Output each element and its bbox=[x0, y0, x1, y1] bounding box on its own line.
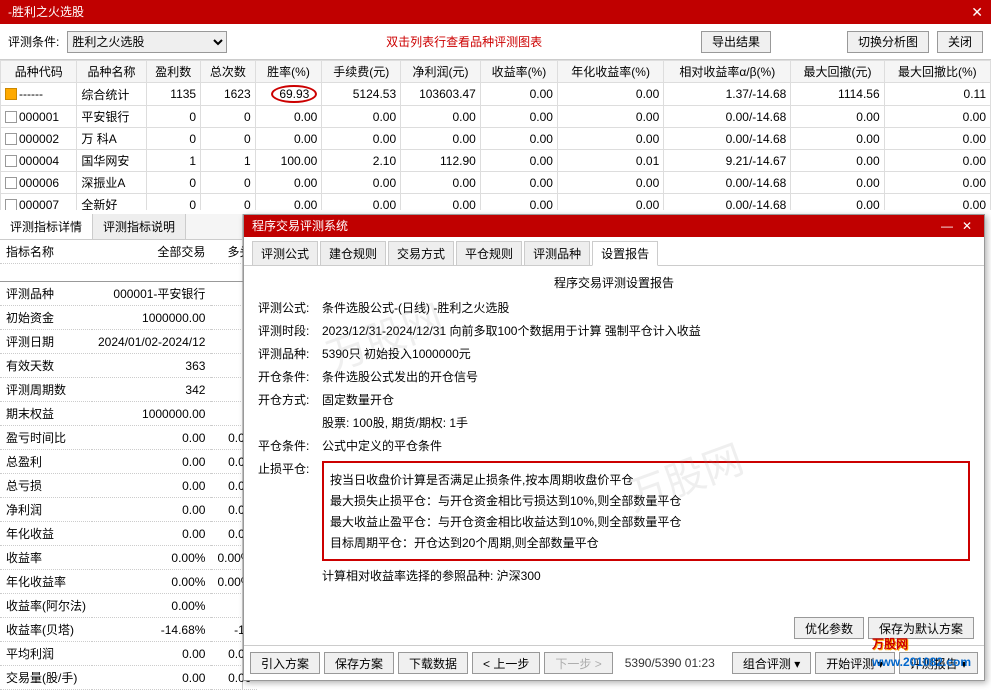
dialog-tab[interactable]: 平仓规则 bbox=[456, 241, 522, 265]
detail-col-all: 全部交易 bbox=[92, 240, 211, 264]
save-plan-button[interactable]: 保存方案 bbox=[324, 652, 394, 674]
stop-loss-box: 按当日收盘价计算是否满足止损条件,按本周期收盘价平仓最大损失止损平仓：与开仓资金… bbox=[322, 461, 970, 561]
detail-row: 评测品种000001-平安银行 bbox=[0, 282, 257, 306]
detail-row: 净利润0.000.00 bbox=[0, 498, 257, 522]
detail-row: 有效天数363 bbox=[0, 354, 257, 378]
report-row: 评测品种:5390只 初始投入1000000元 bbox=[258, 345, 970, 362]
progress-status: 5390/5390 01:23 bbox=[625, 656, 715, 670]
column-header[interactable]: 手续费(元) bbox=[322, 61, 401, 83]
window-titlebar: -胜利之火选股 ✕ bbox=[0, 0, 991, 24]
close-button[interactable]: 关闭 bbox=[937, 31, 983, 53]
detail-row: 年化收益率0.00%0.00% bbox=[0, 570, 257, 594]
next-step-button[interactable]: 下一步 > bbox=[544, 652, 612, 674]
dialog-body: 万股网 万股网 程序交易评测设置报告 评测公式:条件选股公式-(日线) -胜利之… bbox=[244, 266, 984, 645]
detail-row: 评测周期数342 bbox=[0, 378, 257, 402]
dialog-tab[interactable]: 建仓规则 bbox=[320, 241, 386, 265]
stop-rule: 最大损失止损平仓：与开仓资金相比亏损达到10%,则全部数量平仓 bbox=[330, 492, 962, 509]
detail-row: 评测日期2024/01/02-2024/12 bbox=[0, 330, 257, 354]
report-row: 股票: 100股, 期货/期权: 1手 bbox=[258, 414, 970, 431]
left-tabs: 评测指标详情 评测指标说明 bbox=[0, 214, 242, 240]
switch-chart-button[interactable]: 切换分析图 bbox=[847, 31, 929, 53]
column-header[interactable]: 最大回撤比(%) bbox=[884, 61, 990, 83]
window-close-button[interactable]: ✕ bbox=[971, 4, 983, 21]
optimize-button[interactable]: 优化参数 bbox=[794, 617, 864, 639]
report-row: 平仓条件:公式中定义的平仓条件 bbox=[258, 437, 970, 454]
detail-col-name: 指标名称 bbox=[0, 240, 92, 264]
stop-label: 止损平仓: bbox=[258, 460, 322, 477]
evaluation-dialog: 程序交易评测系统 — ✕ 评测公式建仓规则交易方式平仓规则评测品种设置报告 万股… bbox=[243, 214, 985, 681]
column-header[interactable]: 品种代码 bbox=[1, 61, 77, 83]
detail-row: 总亏损0.000.00 bbox=[0, 474, 257, 498]
column-header[interactable]: 收益率(%) bbox=[480, 61, 557, 83]
stop-rule: 最大收益止盈平仓：与开仓资金相比收益达到10%,则全部数量平仓 bbox=[330, 513, 962, 530]
column-header[interactable]: 品种名称 bbox=[77, 61, 146, 83]
detail-row: 盈亏时间比0.000.00 bbox=[0, 426, 257, 450]
table-row[interactable]: 000006深振业A000.000.000.000.000.000.00/-14… bbox=[1, 172, 991, 194]
dialog-titlebar: 程序交易评测系统 — ✕ bbox=[244, 215, 984, 237]
column-header[interactable]: 总次数 bbox=[201, 61, 256, 83]
save-default-button[interactable]: 保存为默认方案 bbox=[868, 617, 974, 639]
detail-row: 收益率(贝塔)-14.68%-14 bbox=[0, 618, 257, 642]
detail-row: 平均利润0.000.00 bbox=[0, 642, 257, 666]
dialog-close-icon[interactable]: ✕ bbox=[958, 214, 976, 238]
start-eval-button[interactable]: 开始评测 ▾ bbox=[815, 652, 894, 674]
stop-rule: 目标周期平仓：开仓达到20个周期,则全部数量平仓 bbox=[330, 534, 962, 551]
prev-step-button[interactable]: < 上一步 bbox=[472, 652, 540, 674]
stop-rule: 按当日收盘价计算是否满足止损条件,按本周期收盘价平仓 bbox=[330, 471, 962, 488]
detail-row: 初始资金1000000.00 bbox=[0, 306, 257, 330]
dialog-title: 程序交易评测系统 bbox=[252, 214, 348, 238]
left-panel: 评测指标详情 评测指标说明 指标名称 全部交易 多头 评测品种000001-平安… bbox=[0, 214, 243, 689]
column-header[interactable]: 盈利数 bbox=[146, 61, 201, 83]
detail-row: 交易量(股/手)0.000.00 bbox=[0, 666, 257, 690]
detail-row: 年化收益0.000.00 bbox=[0, 522, 257, 546]
detail-table: 指标名称 全部交易 多头 评测品种000001-平安银行初始资金1000000.… bbox=[0, 240, 257, 690]
detail-row: 总盈利0.000.00 bbox=[0, 450, 257, 474]
dialog-minimize-icon[interactable]: — bbox=[938, 214, 956, 238]
table-row[interactable]: 000001平安银行000.000.000.000.000.000.00/-14… bbox=[1, 106, 991, 128]
results-table-wrap: 品种代码品种名称盈利数总次数胜率(%)手续费(元)净利润(元)收益率(%)年化收… bbox=[0, 60, 991, 210]
table-row[interactable]: ------综合统计1135162369.935124.53103603.470… bbox=[1, 83, 991, 106]
column-header[interactable]: 胜率(%) bbox=[255, 61, 322, 83]
detail-row: 期末权益1000000.00 bbox=[0, 402, 257, 426]
table-row[interactable]: 000007全新好000.000.000.000.000.000.00/-14.… bbox=[1, 194, 991, 211]
dialog-tab[interactable]: 评测品种 bbox=[524, 241, 590, 265]
tab-detail[interactable]: 评测指标详情 bbox=[0, 214, 93, 239]
column-header[interactable]: 年化收益率(%) bbox=[557, 61, 663, 83]
table-row[interactable]: 000004国华网安11100.002.10112.900.000.019.21… bbox=[1, 150, 991, 172]
dialog-footer: 引入方案 保存方案 下载数据 < 上一步 下一步 > 5390/5390 01:… bbox=[244, 645, 984, 680]
detail-row: 收益率(阿尔法)0.00% bbox=[0, 594, 257, 618]
reference-text: 计算相对收益率选择的参照品种: 沪深300 bbox=[322, 567, 541, 584]
dialog-tabs: 评测公式建仓规则交易方式平仓规则评测品种设置报告 bbox=[244, 237, 984, 266]
report-heading: 程序交易评测设置报告 bbox=[258, 274, 970, 291]
column-header[interactable]: 最大回撤(元) bbox=[791, 61, 884, 83]
import-plan-button[interactable]: 引入方案 bbox=[250, 652, 320, 674]
report-row: 评测时段:2023/12/31-2024/12/31 向前多取100个数据用于计… bbox=[258, 322, 970, 339]
eval-report-button[interactable]: 评测报告 ▾ bbox=[899, 652, 978, 674]
column-header[interactable]: 净利润(元) bbox=[401, 61, 481, 83]
table-row[interactable]: 000002万 科A000.000.000.000.000.000.00/-14… bbox=[1, 128, 991, 150]
window-title: -胜利之火选股 bbox=[8, 0, 84, 24]
dialog-tab[interactable]: 交易方式 bbox=[388, 241, 454, 265]
combo-eval-button[interactable]: 组合评测 ▾ bbox=[732, 652, 811, 674]
report-row: 开仓方式:固定数量开仓 bbox=[258, 391, 970, 408]
results-table: 品种代码品种名称盈利数总次数胜率(%)手续费(元)净利润(元)收益率(%)年化收… bbox=[0, 60, 991, 210]
download-data-button[interactable]: 下载数据 bbox=[398, 652, 468, 674]
report-row: 评测公式:条件选股公式-(日线) -胜利之火选股 bbox=[258, 299, 970, 316]
dialog-tab[interactable]: 设置报告 bbox=[592, 241, 658, 266]
column-header[interactable]: 相对收益率α/β(%) bbox=[664, 61, 791, 83]
toolbar: 评测条件: 胜利之火选股 双击列表行查看品种评测图表 导出结果 切换分析图 关闭 bbox=[0, 24, 991, 60]
detail-row: 收益率0.00%0.00% bbox=[0, 546, 257, 570]
toolbar-hint: 双击列表行查看品种评测图表 bbox=[235, 33, 693, 50]
export-button[interactable]: 导出结果 bbox=[701, 31, 771, 53]
condition-label: 评测条件: bbox=[8, 33, 59, 50]
report-row: 开仓条件:条件选股公式发出的开仓信号 bbox=[258, 368, 970, 385]
tab-explain[interactable]: 评测指标说明 bbox=[93, 214, 186, 239]
dialog-tab[interactable]: 评测公式 bbox=[252, 241, 318, 265]
condition-select[interactable]: 胜利之火选股 bbox=[67, 31, 227, 53]
